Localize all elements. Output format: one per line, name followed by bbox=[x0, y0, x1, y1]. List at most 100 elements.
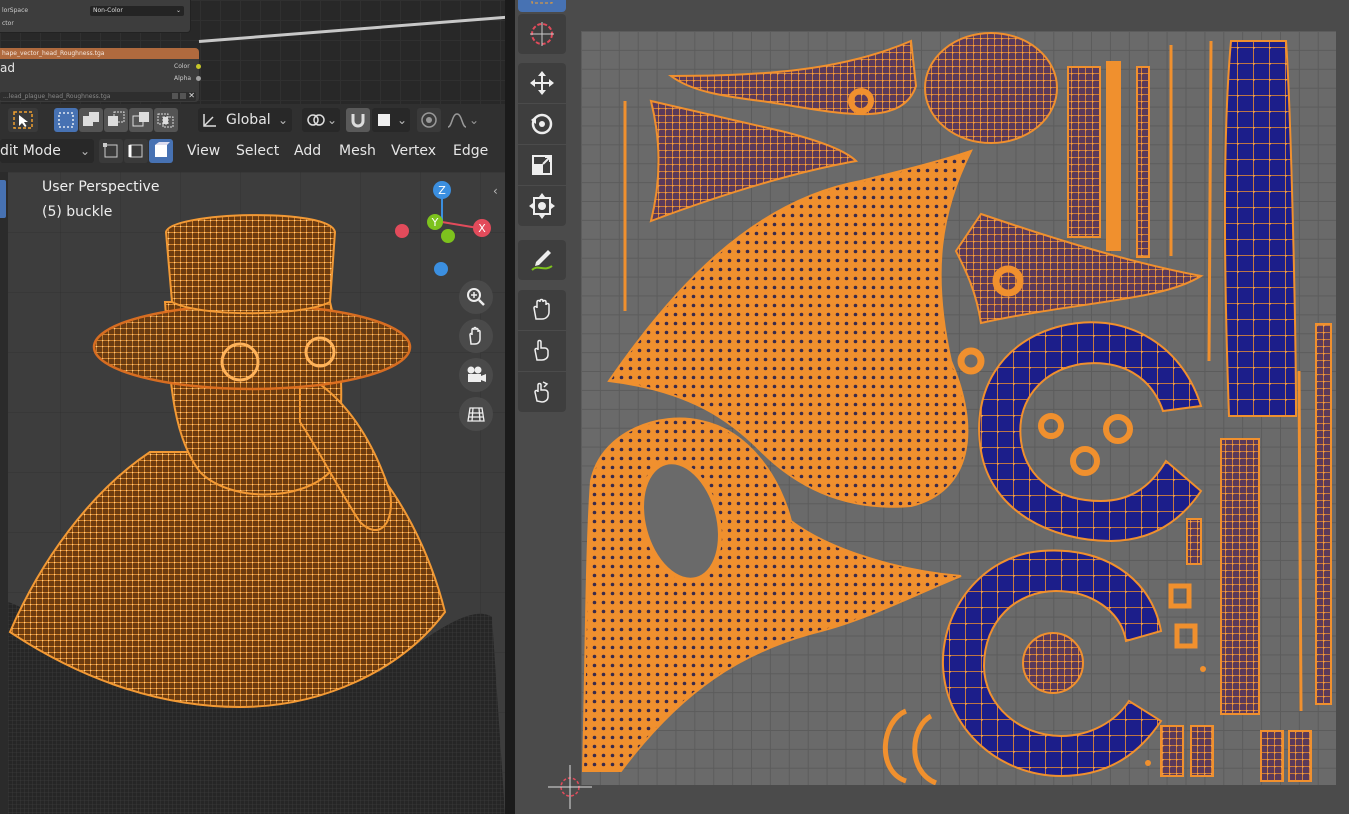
select-mode-intersect-button[interactable] bbox=[154, 108, 178, 132]
neg-z-axis-icon[interactable] bbox=[434, 262, 448, 276]
image-node-small-icon[interactable] bbox=[180, 93, 186, 99]
pinch-icon bbox=[534, 381, 549, 403]
menu-view[interactable]: View bbox=[187, 139, 220, 163]
zoom-button[interactable] bbox=[459, 280, 493, 314]
y-axis-label: Y bbox=[431, 216, 439, 229]
pivot-point-dropdown[interactable]: ⌄ bbox=[302, 108, 340, 132]
uv-canvas[interactable] bbox=[581, 31, 1336, 786]
z-axis-label: Z bbox=[438, 184, 446, 197]
menu-edge[interactable]: Edge bbox=[453, 139, 488, 163]
image-node-header[interactable]: hape_vector_head_Roughness.tga bbox=[0, 48, 199, 59]
proportional-edit-icon bbox=[421, 112, 437, 128]
cursor-icon bbox=[530, 22, 554, 46]
pan-button[interactable] bbox=[459, 319, 493, 353]
select-mode-new-button[interactable] bbox=[54, 108, 78, 132]
proportional-falloff-dropdown[interactable]: ⌄ bbox=[444, 108, 482, 132]
neg-y-axis-icon[interactable] bbox=[441, 229, 455, 243]
chevron-down-icon: ⌄ bbox=[175, 7, 181, 14]
chevron-down-icon: ⌄ bbox=[277, 113, 288, 127]
rotate-icon bbox=[531, 113, 553, 135]
rotate-tool[interactable] bbox=[518, 104, 566, 144]
snap-target-dropdown[interactable]: ⌄ bbox=[372, 108, 410, 132]
grab-tool[interactable] bbox=[518, 290, 566, 330]
color-socket-icon[interactable] bbox=[196, 64, 201, 69]
select-new-icon bbox=[58, 112, 74, 128]
uv-editor[interactable] bbox=[515, 0, 1349, 814]
relax-tool[interactable] bbox=[518, 331, 566, 371]
navigation-gizmo[interactable]: Z X Y bbox=[388, 178, 498, 278]
select-mode-subtract-button[interactable] bbox=[104, 108, 128, 132]
scale-icon bbox=[532, 155, 552, 175]
sidebar-toggle-icon[interactable]: ‹ bbox=[493, 184, 505, 204]
ortho-toggle-button[interactable] bbox=[459, 397, 493, 431]
select-box-tool[interactable] bbox=[518, 0, 566, 12]
cursor-tool[interactable] bbox=[518, 14, 566, 54]
mode-dropdown[interactable]: dit Mode ⌄ bbox=[0, 139, 94, 163]
select-tool-button[interactable] bbox=[8, 108, 38, 132]
uv-islands[interactable] bbox=[581, 31, 1336, 786]
menu-vertex[interactable]: Vertex bbox=[391, 139, 436, 163]
chevron-down-icon: ⌄ bbox=[326, 113, 337, 127]
color-space-value: Non-Color bbox=[93, 7, 123, 14]
select-intersect-icon bbox=[157, 113, 174, 128]
vertex-select-mode-button[interactable] bbox=[99, 139, 123, 163]
face-mode-icon bbox=[155, 142, 170, 157]
area-separator[interactable] bbox=[505, 0, 515, 814]
annotate-tool[interactable] bbox=[518, 240, 566, 280]
orientation-axes-icon bbox=[203, 114, 216, 127]
camera-view-button[interactable] bbox=[459, 358, 493, 392]
output-color-label: Color bbox=[174, 63, 190, 70]
snap-toggle-button[interactable] bbox=[346, 108, 370, 132]
pinch-tool[interactable] bbox=[518, 372, 566, 412]
select-box-icon bbox=[531, 0, 553, 4]
move-tool[interactable] bbox=[518, 63, 566, 103]
grid-ortho-icon bbox=[467, 407, 485, 422]
zoom-icon bbox=[467, 288, 485, 306]
color-space-label: lorSpace bbox=[2, 7, 29, 14]
close-icon[interactable]: ✕ bbox=[188, 91, 195, 100]
camera-icon bbox=[467, 366, 486, 382]
transform-orientation-dropdown[interactable]: Global ⌄ bbox=[198, 108, 292, 132]
scale-tool[interactable] bbox=[518, 145, 566, 185]
output-alpha-label: Alpha bbox=[174, 75, 192, 82]
transform-tool[interactable] bbox=[518, 186, 566, 226]
hand-pan-icon bbox=[469, 326, 481, 345]
face-select-mode-button[interactable] bbox=[149, 139, 173, 163]
cursor-arrow-icon bbox=[13, 111, 33, 129]
image-node-footer[interactable]: ...lead_plague_head_Roughness.tga ✕ bbox=[0, 91, 196, 101]
select-mode-extend-button[interactable] bbox=[79, 108, 103, 132]
uv-2d-cursor-icon[interactable] bbox=[548, 765, 592, 809]
relax-icon bbox=[534, 339, 549, 361]
neg-x-axis-icon[interactable] bbox=[395, 224, 409, 238]
image-texture-node-settings[interactable]: lorSpace Non-Color ⌄ ctor bbox=[0, 0, 191, 33]
image-path-text: ...lead_plague_head_Roughness.tga bbox=[3, 93, 111, 100]
chevron-down-icon: ⌄ bbox=[468, 113, 479, 127]
edge-select-mode-button[interactable] bbox=[124, 139, 148, 163]
menu-add[interactable]: Add bbox=[294, 139, 321, 163]
x-axis-label: X bbox=[478, 222, 486, 235]
image-node-small-icon[interactable] bbox=[172, 93, 178, 99]
chevron-down-icon: ⌄ bbox=[79, 144, 90, 158]
select-mode-invert-button[interactable] bbox=[129, 108, 153, 132]
view-name-text: User Perspective bbox=[42, 179, 160, 195]
transform-icon bbox=[529, 193, 555, 219]
edge-mode-icon bbox=[128, 144, 143, 158]
move-icon bbox=[530, 71, 554, 95]
image-node-name: ad bbox=[0, 61, 15, 75]
color-space-select[interactable]: Non-Color ⌄ bbox=[90, 6, 184, 16]
menu-select[interactable]: Select bbox=[236, 139, 279, 163]
3d-viewport[interactable]: User Perspective (5) buckle Z X Y ‹ bbox=[0, 172, 505, 814]
select-invert-icon bbox=[132, 112, 149, 127]
alpha-socket-icon[interactable] bbox=[196, 76, 201, 81]
chevron-down-icon: ⌄ bbox=[396, 113, 407, 127]
annotate-icon bbox=[531, 250, 553, 271]
node-link-wire[interactable] bbox=[198, 15, 505, 43]
select-subtract-icon bbox=[108, 111, 125, 126]
menu-mesh[interactable]: Mesh bbox=[339, 139, 376, 163]
proportional-edit-button[interactable] bbox=[417, 108, 441, 132]
shader-node-editor[interactable]: lorSpace Non-Color ⌄ ctor hape_vector_he… bbox=[0, 0, 505, 104]
uv-toolbar bbox=[515, 0, 569, 814]
vertex-mode-icon bbox=[103, 143, 118, 158]
magnet-icon bbox=[351, 114, 365, 128]
pivot-link-icon bbox=[307, 114, 325, 126]
